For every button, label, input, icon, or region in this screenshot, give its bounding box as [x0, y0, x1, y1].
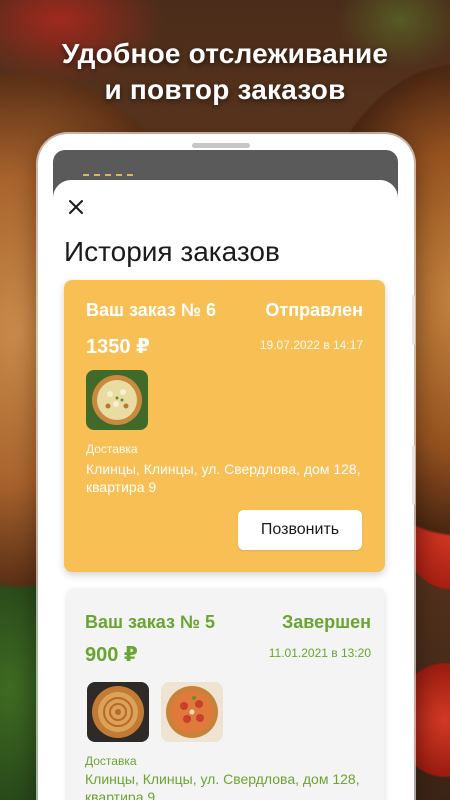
order-date: 11.01.2021 в 13:20 [268, 646, 371, 660]
order-price: 900 ₽ [85, 644, 138, 666]
delivery-address: Клинцы, Клинцы, ул. Свердлова, дом 128, … [86, 461, 361, 495]
promo-headline-line1: Удобное отслеживание [61, 38, 389, 69]
pizza-icon [161, 682, 223, 742]
order-status: Отправлен [265, 300, 363, 320]
phone-side-button [412, 445, 415, 505]
order-card[interactable]: Ваш заказ № 6 Отправлен 1350 ₽ 19.07.202… [64, 280, 385, 572]
order-number: Ваш заказ № 6 [86, 300, 216, 320]
pizza-thumbnail[interactable] [161, 682, 223, 742]
call-button[interactable]: Позвонить [238, 510, 362, 550]
pizza-icon [86, 370, 148, 430]
pizza-thumbnail[interactable] [86, 370, 148, 430]
promo-headline-line2: и повтор заказов [104, 74, 346, 105]
delivery-label: Доставка [85, 754, 137, 768]
order-history-sheet: История заказов Ваш заказ № 6 Отправлен … [53, 180, 398, 800]
order-number: Ваш заказ № 5 [85, 612, 215, 632]
order-date: 19.07.2022 в 14:17 [259, 338, 363, 352]
order-status: Завершен [281, 612, 371, 632]
pizza-thumbnail[interactable] [87, 682, 149, 742]
page-title: История заказов [64, 236, 280, 267]
close-icon [69, 200, 83, 214]
close-button[interactable] [65, 196, 87, 218]
promo-headline: Удобное отслеживание и повтор заказов [0, 36, 450, 108]
pizza-icon [87, 682, 149, 742]
order-price: 1350 ₽ [86, 336, 150, 358]
order-card[interactable]: Ваш заказ № 5 Завершен 900 ₽ 11.01.2021 … [67, 588, 385, 800]
delivery-label: Доставка [86, 442, 138, 456]
phone-side-button [412, 295, 415, 345]
phone-speaker [192, 143, 250, 148]
delivery-address: Клинцы, Клинцы, ул. Свердлова, дом 128, … [85, 771, 360, 800]
